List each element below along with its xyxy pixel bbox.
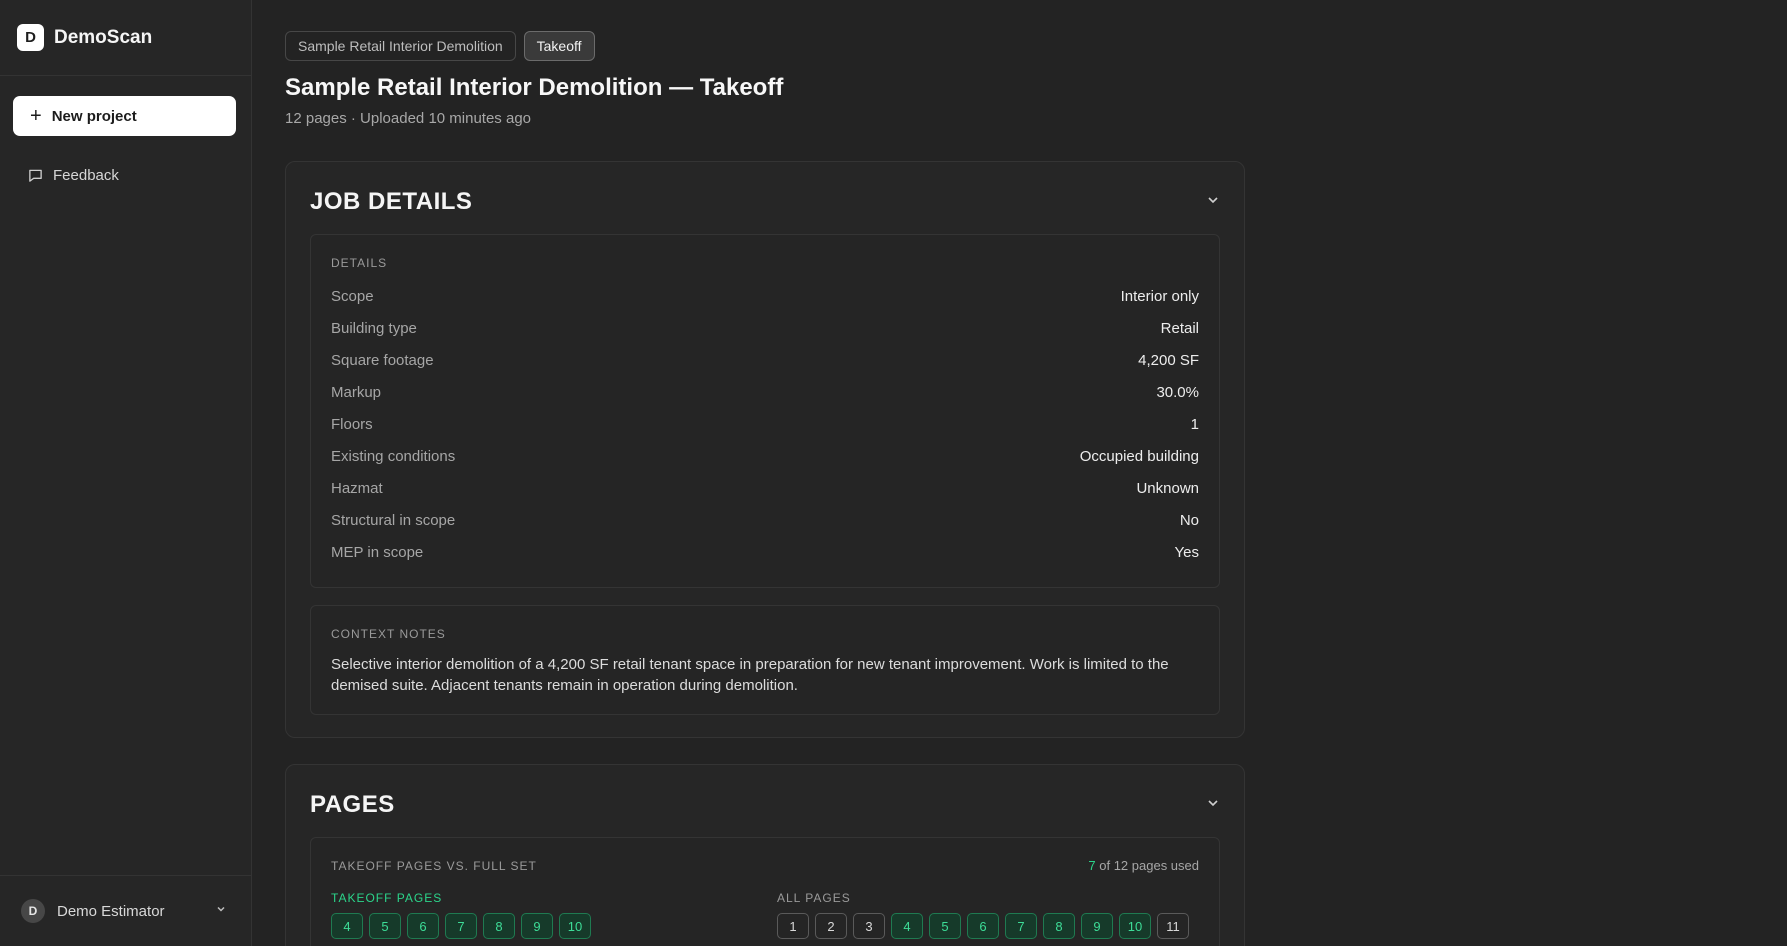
- breadcrumb-takeoff[interactable]: Takeoff: [523, 31, 595, 61]
- all-pages-list: 1 2 3 4 5 6 7 8 9 10 11: [777, 913, 1189, 939]
- detail-key: MEP in scope: [331, 544, 424, 561]
- detail-row-existing-conditions: Existing conditions Occupied building: [331, 448, 1199, 468]
- all-page-chip[interactable]: 11: [1157, 913, 1189, 939]
- detail-row-mep: MEP in scope Yes: [331, 544, 1199, 564]
- takeoff-page-chip[interactable]: 6: [407, 913, 439, 939]
- pages-card: PAGES TAKEOFF PAGES VS. FULL SET 7 of 12…: [285, 764, 1245, 946]
- detail-value: 30.0%: [1156, 384, 1199, 401]
- detail-row-square-footage: Square footage 4,200 SF: [331, 352, 1199, 372]
- takeoff-page-chip[interactable]: 8: [483, 913, 515, 939]
- takeoff-page-chip[interactable]: 9: [521, 913, 553, 939]
- new-project-button[interactable]: + New project: [13, 96, 236, 136]
- detail-value: Unknown: [1136, 480, 1199, 497]
- all-page-chip[interactable]: 10: [1119, 913, 1151, 939]
- context-notes-panel: CONTEXT NOTES Selective interior demolit…: [310, 605, 1220, 715]
- all-page-chip[interactable]: 1: [777, 913, 809, 939]
- plus-icon: +: [30, 105, 42, 127]
- all-page-chip[interactable]: 9: [1081, 913, 1113, 939]
- details-label: DETAILS: [331, 256, 388, 270]
- page-subtitle: 12 pages · Uploaded 10 minutes ago: [285, 110, 532, 127]
- details-panel: DETAILS Scope Interior only Building typ…: [310, 234, 1220, 588]
- detail-key: Structural in scope: [331, 512, 456, 529]
- detail-value: Retail: [1160, 320, 1199, 337]
- message-icon: [29, 169, 42, 182]
- takeoff-pages-list: 4 5 6 7 8 9 10: [331, 913, 591, 939]
- user-menu[interactable]: D Demo Estimator: [0, 875, 251, 946]
- sidebar: D DemoScan + New project Feedback D Demo…: [0, 0, 252, 946]
- chevron-down-icon[interactable]: [1206, 796, 1220, 810]
- all-page-chip[interactable]: 7: [1005, 913, 1037, 939]
- detail-row-hazmat: Hazmat Unknown: [331, 480, 1199, 500]
- takeoff-page-chip[interactable]: 5: [369, 913, 401, 939]
- detail-key: Scope: [331, 288, 374, 305]
- pages-used-count: 7 of 12 pages used: [1088, 858, 1199, 873]
- chevron-down-icon[interactable]: [215, 903, 227, 915]
- main-content: Sample Retail Interior Demolition Takeof…: [252, 0, 1787, 946]
- context-notes-label: CONTEXT NOTES: [331, 627, 446, 641]
- takeoff-page-chip[interactable]: 10: [559, 913, 591, 939]
- takeoff-page-chip[interactable]: 7: [445, 913, 477, 939]
- detail-key: Markup: [331, 384, 382, 401]
- feedback-label: Feedback: [53, 166, 119, 184]
- pages-used-suffix: of 12 pages used: [1095, 858, 1199, 873]
- user-name: Demo Estimator: [57, 902, 165, 920]
- detail-row-scope: Scope Interior only: [331, 288, 1199, 308]
- detail-row-structural: Structural in scope No: [331, 512, 1199, 532]
- brand-logo: D: [17, 24, 44, 51]
- page-title: Sample Retail Interior Demolition — Take…: [285, 74, 784, 101]
- detail-key: Building type: [331, 320, 417, 337]
- all-pages-label: ALL PAGES: [777, 891, 851, 905]
- detail-key: Square footage: [331, 352, 434, 369]
- pages-heading: PAGES: [310, 791, 395, 818]
- brand-name: DemoScan: [54, 26, 153, 48]
- detail-value: Yes: [1174, 544, 1199, 561]
- breadcrumb: Sample Retail Interior Demolition Takeof…: [285, 31, 595, 61]
- chevron-down-icon[interactable]: [1206, 193, 1220, 207]
- detail-value: Occupied building: [1079, 448, 1199, 465]
- detail-key: Hazmat: [331, 480, 383, 497]
- detail-row-building-type: Building type Retail: [331, 320, 1199, 340]
- job-details-card: JOB DETAILS DETAILS Scope Interior only …: [285, 161, 1245, 738]
- brand[interactable]: D DemoScan: [0, 0, 251, 76]
- detail-value: 4,200 SF: [1138, 352, 1199, 369]
- avatar: D: [21, 899, 45, 923]
- detail-value: 1: [1190, 416, 1199, 433]
- pages-used-number: 7: [1088, 858, 1096, 873]
- job-details-heading: JOB DETAILS: [310, 188, 473, 215]
- all-page-chip[interactable]: 4: [891, 913, 923, 939]
- new-project-label: New project: [51, 107, 137, 125]
- breadcrumb-project[interactable]: Sample Retail Interior Demolition: [285, 31, 516, 61]
- detail-row-floors: Floors 1: [331, 416, 1199, 436]
- context-notes-text: Selective interior demolition of a 4,200…: [331, 656, 1169, 694]
- pages-compare-panel: TAKEOFF PAGES VS. FULL SET 7 of 12 pages…: [310, 837, 1220, 946]
- all-page-chip[interactable]: 2: [815, 913, 847, 939]
- detail-value: No: [1179, 512, 1199, 529]
- all-page-chip[interactable]: 6: [967, 913, 999, 939]
- detail-row-markup: Markup 30.0%: [331, 384, 1199, 404]
- detail-key: Floors: [331, 416, 373, 433]
- all-page-chip[interactable]: 3: [853, 913, 885, 939]
- detail-key: Existing conditions: [331, 448, 456, 465]
- detail-value: Interior only: [1120, 288, 1199, 305]
- pages-compare-label: TAKEOFF PAGES VS. FULL SET: [331, 859, 537, 873]
- all-page-chip[interactable]: 5: [929, 913, 961, 939]
- takeoff-pages-label: TAKEOFF PAGES: [331, 891, 443, 905]
- feedback-button[interactable]: Feedback: [13, 158, 236, 192]
- takeoff-page-chip[interactable]: 4: [331, 913, 363, 939]
- all-page-chip[interactable]: 8: [1043, 913, 1075, 939]
